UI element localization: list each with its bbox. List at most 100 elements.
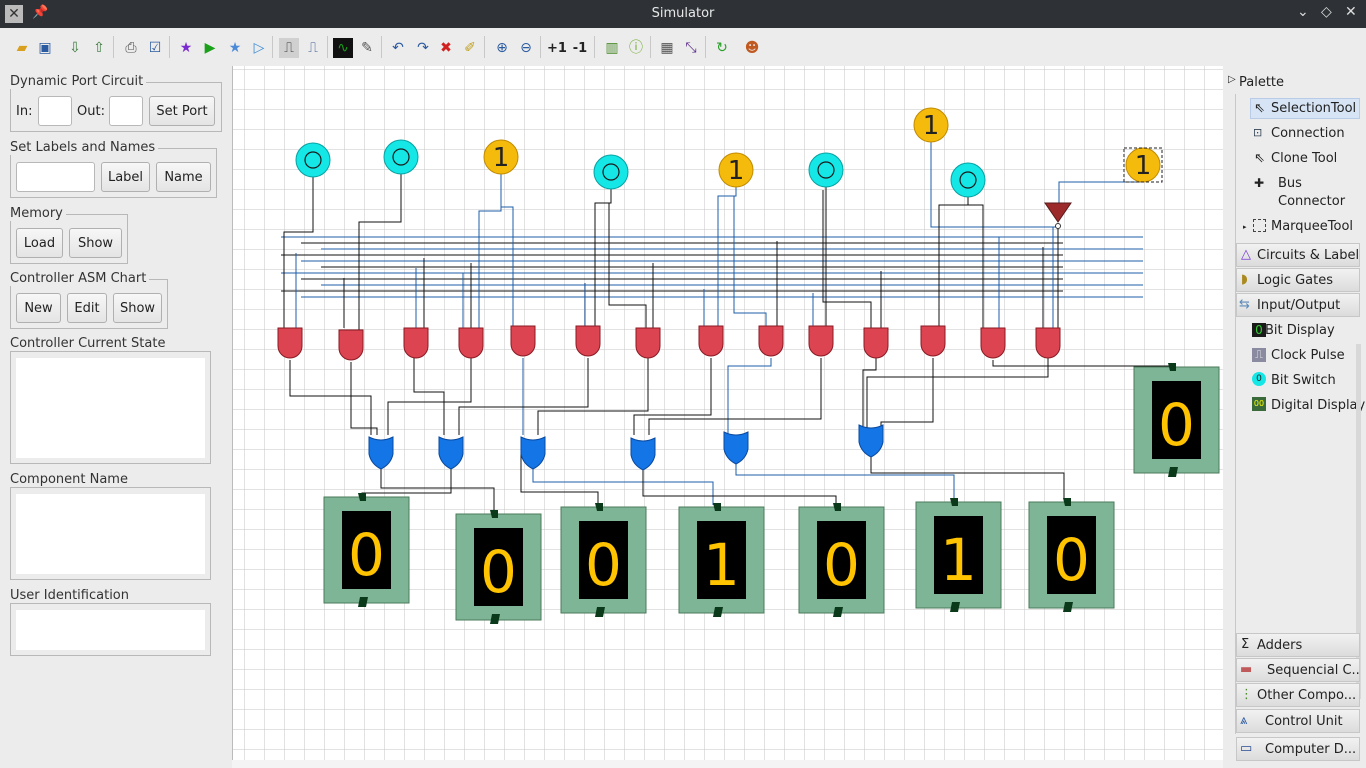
step-icon[interactable]: ▷ bbox=[249, 38, 269, 58]
bit-switch-on[interactable]: 1 bbox=[718, 152, 754, 188]
digital-display[interactable]: 0 bbox=[1133, 363, 1220, 477]
grid-icon[interactable]: ▦ bbox=[657, 38, 677, 58]
digital-display[interactable]: 0 bbox=[1028, 498, 1115, 612]
scope-icon[interactable]: ∿ bbox=[333, 38, 353, 58]
category-circuits-label[interactable]: △ Circuits & Label bbox=[1236, 243, 1360, 267]
zoom-in-icon[interactable]: ⊕ bbox=[492, 38, 512, 58]
switch-label[interactable]: 1 bbox=[493, 143, 510, 173]
set-port-button[interactable]: Set Port bbox=[149, 96, 215, 126]
tool-bus-connector-line1[interactable]: Bus bbox=[1278, 176, 1302, 191]
asm-edit-button[interactable]: Edit bbox=[67, 293, 107, 323]
circuit-canvas[interactable]: 111100010100 bbox=[232, 66, 1223, 762]
digital-display[interactable]: 0 bbox=[798, 503, 885, 617]
category-computer-design[interactable]: ▭ Computer D... bbox=[1236, 737, 1360, 761]
clear-icon[interactable]: ✐ bbox=[460, 38, 480, 58]
and-gate[interactable] bbox=[808, 325, 834, 357]
asm-new-button[interactable]: New bbox=[16, 293, 61, 323]
and-gate[interactable] bbox=[920, 325, 946, 357]
bit-switch-off[interactable] bbox=[383, 139, 419, 175]
decrement-button[interactable]: -1 bbox=[570, 38, 590, 58]
component-icon[interactable]: ▥ bbox=[602, 38, 622, 58]
io-bit-display[interactable]: Bit Display bbox=[1265, 323, 1335, 338]
pulse-icon[interactable]: ⎍ bbox=[303, 38, 323, 58]
display-digit[interactable]: 1 bbox=[940, 526, 977, 594]
and-gate[interactable] bbox=[635, 327, 661, 359]
and-gate[interactable] bbox=[758, 325, 784, 357]
display-digit[interactable]: 1 bbox=[703, 531, 740, 599]
digital-display[interactable]: 0 bbox=[323, 493, 410, 607]
and-gate[interactable] bbox=[698, 325, 724, 357]
and-gate[interactable] bbox=[338, 329, 364, 361]
asm-show-button[interactable]: Show bbox=[113, 293, 162, 323]
switch-body[interactable] bbox=[808, 152, 844, 188]
display-digit[interactable]: 0 bbox=[585, 531, 622, 599]
digital-display[interactable]: 1 bbox=[678, 503, 765, 617]
bit-switch-off[interactable] bbox=[295, 142, 331, 178]
and-gate[interactable] bbox=[403, 327, 429, 359]
close-icon[interactable]: ✕ bbox=[1345, 4, 1357, 20]
category-control-unit[interactable]: ⩓ Control Unit bbox=[1236, 709, 1360, 733]
digital-display[interactable]: 1 bbox=[915, 498, 1002, 612]
category-other-components[interactable]: ⋮ Other Compo... bbox=[1236, 683, 1360, 707]
switch-body[interactable] bbox=[295, 142, 331, 178]
open-folder-icon[interactable]: ▰ bbox=[12, 38, 32, 58]
zoom-out-icon[interactable]: ⊖ bbox=[516, 38, 536, 58]
clock-pulse-icon[interactable]: ⎍ bbox=[279, 38, 299, 58]
label-button[interactable]: Label bbox=[101, 162, 150, 192]
run-icon[interactable]: ▶ bbox=[200, 38, 220, 58]
display-digit[interactable]: 0 bbox=[1158, 391, 1195, 459]
switch-body[interactable] bbox=[950, 162, 986, 198]
switch-label[interactable]: 1 bbox=[1135, 151, 1152, 181]
and-gate[interactable] bbox=[863, 327, 889, 359]
switch-label[interactable]: 1 bbox=[728, 156, 745, 186]
and-gate[interactable] bbox=[277, 327, 303, 359]
refresh-icon[interactable]: ↻ bbox=[712, 38, 732, 58]
circuit-svg[interactable]: 1 1110 0 0 1 0 1 00 bbox=[233, 66, 1223, 762]
display-digit[interactable]: 0 bbox=[480, 538, 517, 606]
collapse-triangle-icon[interactable]: ▷ bbox=[1228, 74, 1236, 85]
export-icon[interactable]: ⇧ bbox=[89, 38, 109, 58]
tool-clone[interactable]: Clone Tool bbox=[1271, 151, 1337, 166]
import-icon[interactable]: ⇩ bbox=[65, 38, 85, 58]
info-icon[interactable]: ⓘ bbox=[626, 38, 646, 58]
tool-bus-connector-line2[interactable]: Connector bbox=[1278, 194, 1345, 209]
minimize-icon[interactable]: ⌄ bbox=[1297, 4, 1309, 20]
category-input-output[interactable]: ⇆ Input/Output bbox=[1236, 293, 1360, 317]
print-icon[interactable]: ⎙ bbox=[121, 38, 141, 58]
switch-label[interactable]: 1 bbox=[923, 111, 940, 141]
and-gate[interactable] bbox=[510, 325, 536, 357]
tool-marquee[interactable]: MarqueeTool bbox=[1271, 219, 1353, 234]
out-port-input[interactable] bbox=[109, 96, 143, 126]
tool-selection[interactable]: SelectionTool bbox=[1271, 101, 1356, 116]
wire-icon[interactable]: ⤡ bbox=[681, 38, 701, 58]
and-gate[interactable] bbox=[1035, 327, 1061, 359]
memory-load-button[interactable]: Load bbox=[16, 228, 63, 258]
digital-display[interactable]: 0 bbox=[560, 503, 647, 617]
display-digit[interactable]: 0 bbox=[1053, 526, 1090, 594]
io-clock-pulse[interactable]: Clock Pulse bbox=[1271, 348, 1345, 363]
tool-connection[interactable]: Connection bbox=[1271, 126, 1345, 141]
bit-switch-off[interactable] bbox=[808, 152, 844, 188]
save-icon[interactable]: ▣ bbox=[35, 38, 55, 58]
redo-icon[interactable]: ↷ bbox=[413, 38, 433, 58]
buffer-bubble[interactable] bbox=[1055, 223, 1061, 229]
bit-switch-off[interactable] bbox=[950, 162, 986, 198]
verify-icon[interactable]: ☑ bbox=[145, 38, 165, 58]
and-gate[interactable] bbox=[458, 327, 484, 359]
display-digit[interactable]: 0 bbox=[823, 531, 860, 599]
and-gate[interactable] bbox=[575, 325, 601, 357]
bit-switch-off[interactable] bbox=[593, 154, 629, 190]
io-bit-switch[interactable]: Bit Switch bbox=[1271, 373, 1336, 388]
horizontal-scrollbar[interactable] bbox=[232, 760, 1223, 768]
name-button[interactable]: Name bbox=[156, 162, 211, 192]
category-adders[interactable]: Σ Adders bbox=[1236, 633, 1360, 657]
users-icon[interactable]: ☻ bbox=[742, 38, 762, 58]
star-purple-icon[interactable]: ★ bbox=[176, 38, 196, 58]
increment-button[interactable]: +1 bbox=[547, 38, 567, 58]
edit-icon[interactable]: ✎ bbox=[357, 38, 377, 58]
in-port-input[interactable] bbox=[38, 96, 72, 126]
label-name-input[interactable] bbox=[16, 162, 95, 192]
digital-display[interactable]: 0 bbox=[455, 510, 542, 624]
bit-switch-on[interactable]: 1 bbox=[483, 139, 519, 175]
switch-body[interactable] bbox=[593, 154, 629, 190]
